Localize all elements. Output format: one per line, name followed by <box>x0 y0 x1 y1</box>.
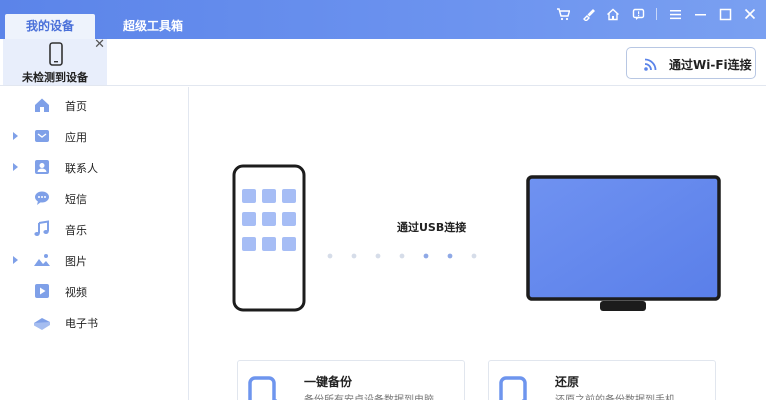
maximize-icon[interactable] <box>715 5 735 23</box>
device-status-label: 未检测到设备 <box>22 71 88 84</box>
ebook-icon <box>33 313 51 331</box>
phone-illustration <box>232 164 306 312</box>
backup-card[interactable]: 一键备份 备份所有安卓设备数据到电脑 <box>237 360 465 400</box>
sidebar-item-pictures[interactable]: 图片 <box>0 245 188 276</box>
device-bar: ✕ 未检测到设备 通过Wi-Fi连接 <box>0 37 766 86</box>
phone-icon <box>49 42 63 70</box>
device-card[interactable]: ✕ 未检测到设备 <box>3 37 107 85</box>
sidebar-item-label: 联系人 <box>65 162 98 175</box>
app-icon <box>33 127 51 145</box>
restore-card-desc: 还原之前的备份数据到手机 <box>555 391 675 400</box>
title-bar: 我的设备 超级工具箱 <box>0 0 766 39</box>
connection-dots <box>327 253 477 259</box>
cart-icon[interactable] <box>553 5 573 23</box>
video-icon <box>33 282 51 300</box>
music-icon <box>33 220 51 238</box>
sidebar-item-label: 图片 <box>65 255 87 268</box>
home-icon[interactable] <box>603 5 623 23</box>
minimize-icon[interactable] <box>690 5 710 23</box>
sidebar-item-music[interactable]: 音乐 <box>0 214 188 245</box>
window-controls <box>548 4 760 24</box>
sidebar-item-home[interactable]: 首页 <box>0 90 188 121</box>
home-icon <box>33 96 51 114</box>
sidebar-item-apps[interactable]: 应用 <box>0 121 188 152</box>
computer-illustration <box>526 175 721 311</box>
expand-arrow-icon[interactable] <box>13 256 18 264</box>
sidebar-item-label: 首页 <box>65 100 87 113</box>
restore-card[interactable]: 还原 还原之前的备份数据到手机 <box>488 360 716 400</box>
sidebar-item-ebooks[interactable]: 电子书 <box>0 307 188 338</box>
device-close-icon[interactable]: ✕ <box>94 37 105 52</box>
sidebar-item-messages[interactable]: 短信 <box>0 183 188 214</box>
main-panel: 通过USB连接 一键备份 还原 <box>190 87 766 400</box>
sidebar-item-label: 应用 <box>65 131 87 144</box>
expand-arrow-icon[interactable] <box>13 132 18 140</box>
sidebar-item-label: 视频 <box>65 286 87 299</box>
sidebar: 首页 应用 联系人 短信 音乐 图片 视频 电子书 <box>0 87 189 400</box>
wifi-connect-button[interactable]: 通过Wi-Fi连接 <box>626 47 756 79</box>
wifi-icon <box>643 56 659 76</box>
close-icon[interactable] <box>740 5 760 23</box>
message-icon <box>33 189 51 207</box>
sidebar-item-label: 音乐 <box>65 224 87 237</box>
app-window: 我的设备 超级工具箱 ✕ 未检测到设备 通过Wi-Fi连接 首页 应用 联系人 … <box>0 0 766 400</box>
brush-icon[interactable] <box>578 5 598 23</box>
menu-icon[interactable] <box>665 5 685 23</box>
feedback-icon[interactable] <box>628 5 648 23</box>
tab-my-devices[interactable]: 我的设备 <box>5 14 95 39</box>
wifi-connect-label: 通过Wi-Fi连接 <box>669 58 752 72</box>
sidebar-item-videos[interactable]: 视频 <box>0 276 188 307</box>
backup-icon <box>244 376 284 400</box>
tab-super-toolbox[interactable]: 超级工具箱 <box>113 14 193 39</box>
picture-icon <box>33 251 51 269</box>
usb-connect-label: 通过USB连接 <box>397 221 467 234</box>
backup-card-title: 一键备份 <box>304 375 353 389</box>
contact-icon <box>33 158 51 176</box>
sidebar-item-label: 短信 <box>65 193 87 206</box>
restore-card-title: 还原 <box>555 375 580 389</box>
sidebar-item-label: 电子书 <box>65 317 98 330</box>
sidebar-item-contacts[interactable]: 联系人 <box>0 152 188 183</box>
backup-card-desc: 备份所有安卓设备数据到电脑 <box>304 391 434 400</box>
window-separator <box>656 8 657 20</box>
expand-arrow-icon[interactable] <box>13 163 18 171</box>
restore-icon <box>495 376 535 400</box>
